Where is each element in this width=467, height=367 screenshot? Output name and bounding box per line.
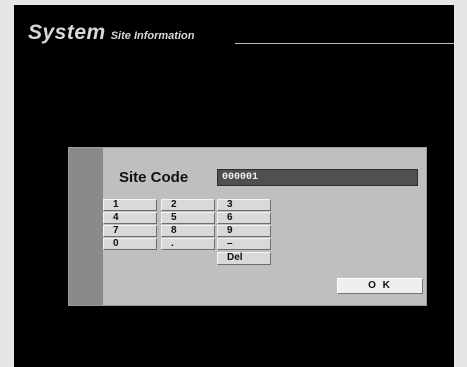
title-underline [235, 43, 454, 44]
key-7[interactable]: 7 [103, 225, 157, 237]
site-code-label: Site Code [119, 169, 189, 186]
del-button[interactable]: Del [217, 252, 271, 265]
key-0[interactable]: 0 [103, 238, 157, 250]
key-4[interactable]: 4 [103, 212, 157, 224]
key-5[interactable]: 5 [161, 212, 215, 224]
site-code-dialog: Site Code 000001 1 2 3 4 5 6 7 8 9 0 . –… [68, 147, 427, 306]
key-2[interactable]: 2 [161, 199, 215, 211]
key-8[interactable]: 8 [161, 225, 215, 237]
key-9[interactable]: 9 [217, 225, 271, 237]
key-dot[interactable]: . [161, 238, 215, 250]
key-dash[interactable]: – [217, 238, 271, 250]
key-3[interactable]: 3 [217, 199, 271, 211]
key-6[interactable]: 6 [217, 212, 271, 224]
site-code-field[interactable]: 000001 [217, 169, 418, 186]
dialog-side-strip [69, 148, 103, 305]
title-sub: Site Information [110, 30, 195, 42]
page-title: System Site Information [28, 21, 194, 45]
screen: System Site Information Site Code 000001 … [14, 5, 454, 367]
ok-button[interactable]: O K [337, 278, 423, 294]
title-main: System [28, 21, 106, 44]
key-1[interactable]: 1 [103, 199, 157, 211]
